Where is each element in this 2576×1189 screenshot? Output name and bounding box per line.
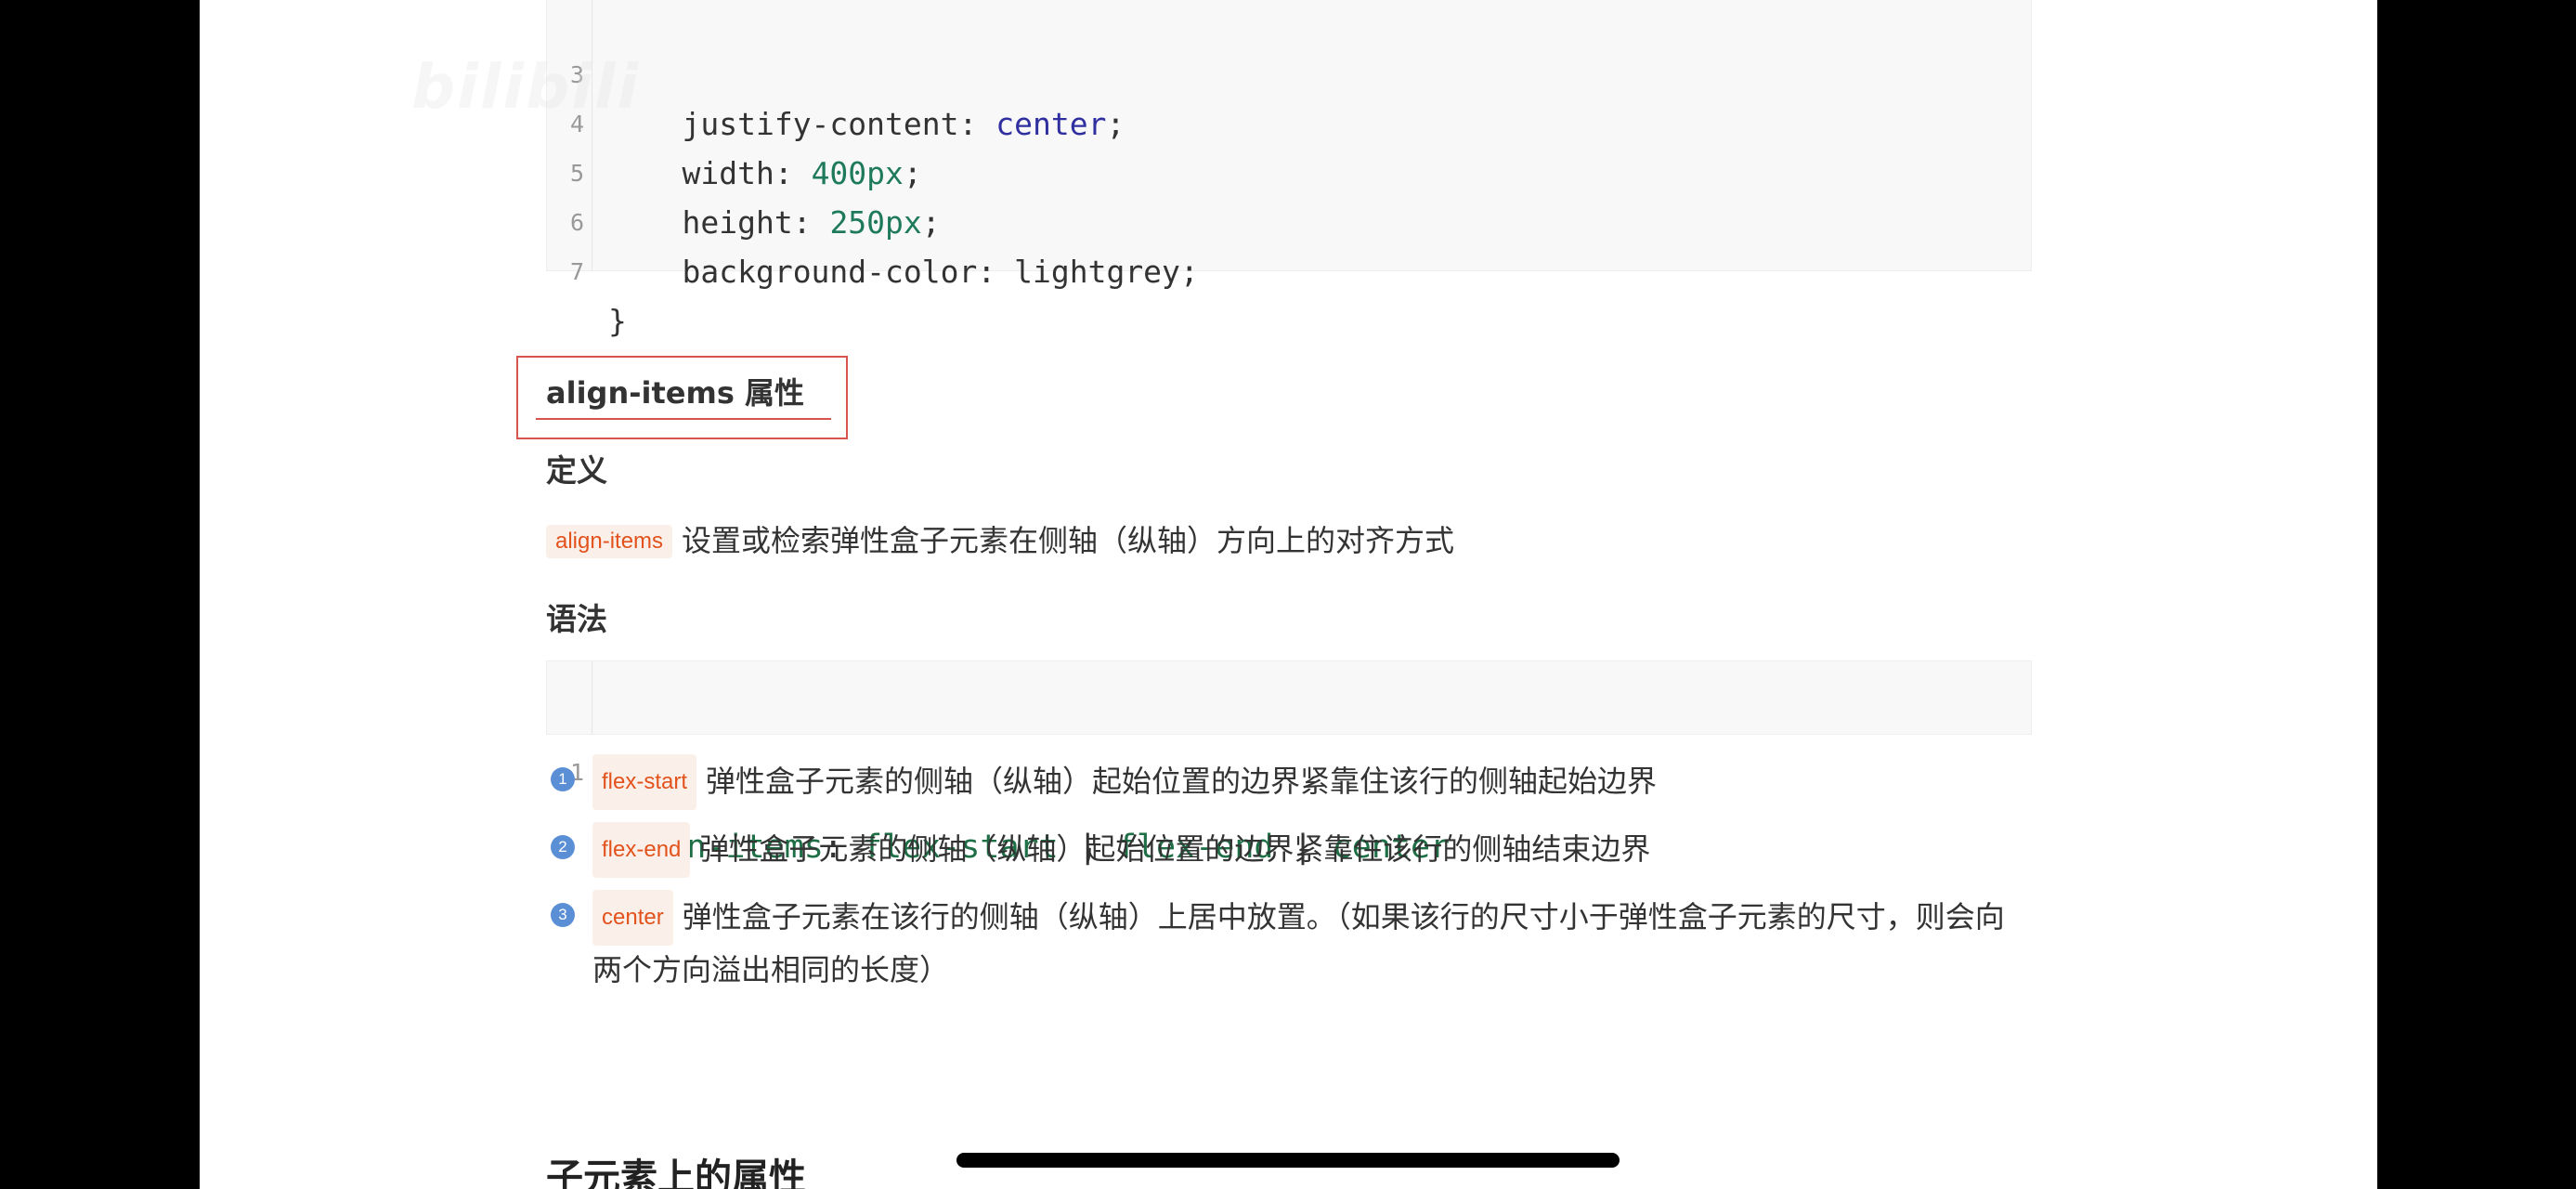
value-list: 1 flex-start 弹性盒子元素的侧轴（纵轴）起始位置的边界紧靠住该行的侧轴… xyxy=(546,754,2032,1006)
list-item: 2 flex-end 弹性盒子元素的侧轴（纵轴）起始位置的边界紧靠住该行的侧轴结束… xyxy=(546,822,2032,878)
definition-text: 设置或检索弹性盒子元素在侧轴（纵轴）方向上的对齐方式 xyxy=(682,523,1455,558)
bilibili-logo: bilibili xyxy=(411,51,641,123)
list-item: 1 flex-start 弹性盒子元素的侧轴（纵轴）起始位置的边界紧靠住该行的侧轴… xyxy=(546,754,2032,810)
syntax-title: 语法 xyxy=(546,601,607,637)
document-page: 3 justify-content: center; 4 width: 400p… xyxy=(200,0,2377,1189)
code-line: 1 align-items: flex-start | flex-end | c… xyxy=(547,661,2031,866)
inline-code: flex-end xyxy=(592,822,691,878)
code-closing-brace: } xyxy=(608,303,627,339)
line-number: 7 xyxy=(569,258,584,285)
inline-code: center xyxy=(592,890,673,946)
inline-code: align-items xyxy=(546,525,673,558)
inline-code: flex-start xyxy=(592,754,697,810)
code-line: 3 justify-content: center; xyxy=(547,1,2031,142)
list-item-text: 弹性盒子元素的侧轴（纵轴）起始位置的边界紧靠住该行的侧轴结束边界 xyxy=(699,831,1651,867)
code-value: lightgrey xyxy=(1014,254,1180,290)
code-line: 5 height: 250px; xyxy=(547,99,2031,241)
code-block-syntax: 1 align-items: flex-start | flex-end | c… xyxy=(546,660,2032,866)
definition-title: 定义 xyxy=(546,452,607,489)
home-indicator-bar[interactable] xyxy=(956,1153,1620,1168)
list-item-text: 弹性盒子元素的侧轴（纵轴）起始位置的边界紧靠住该行的侧轴起始边界 xyxy=(706,764,1658,799)
section-heading: align-items 属性 xyxy=(546,375,805,411)
code-line: 4 width: 400px; xyxy=(547,50,2031,191)
number-bullet-icon: 1 xyxy=(551,767,575,791)
watermark-text: 广告宣传 xyxy=(237,67,393,110)
number-bullet-icon: 2 xyxy=(551,835,575,859)
code-line: 6 background-color: lightgrey; xyxy=(547,149,2031,290)
heading-underline xyxy=(536,418,831,420)
list-item: 3 center 弹性盒子元素在该行的侧轴（纵轴）上居中放置。（如果该行的尺寸小于… xyxy=(546,890,2032,994)
number-bullet-icon: 3 xyxy=(551,903,575,927)
definition-paragraph: align-items 设置或检索弹性盒子元素在侧轴（纵轴）方向上的对齐方式 xyxy=(546,517,1454,560)
code-lines: 3 justify-content: center; 4 width: 400p… xyxy=(547,1,2031,339)
next-section-heading: 子元素上的属性 xyxy=(546,1156,806,1189)
code-block-container-styles: 3 justify-content: center; 4 width: 400p… xyxy=(546,0,2032,339)
list-item-text: 弹性盒子元素在该行的侧轴（纵轴）上居中放置。（如果该行的尺寸小于弹性盒子元素的尺… xyxy=(592,899,2005,987)
code-line: 7 } xyxy=(547,198,2031,339)
video-watermark: 广告宣传 bilibili xyxy=(237,51,640,123)
